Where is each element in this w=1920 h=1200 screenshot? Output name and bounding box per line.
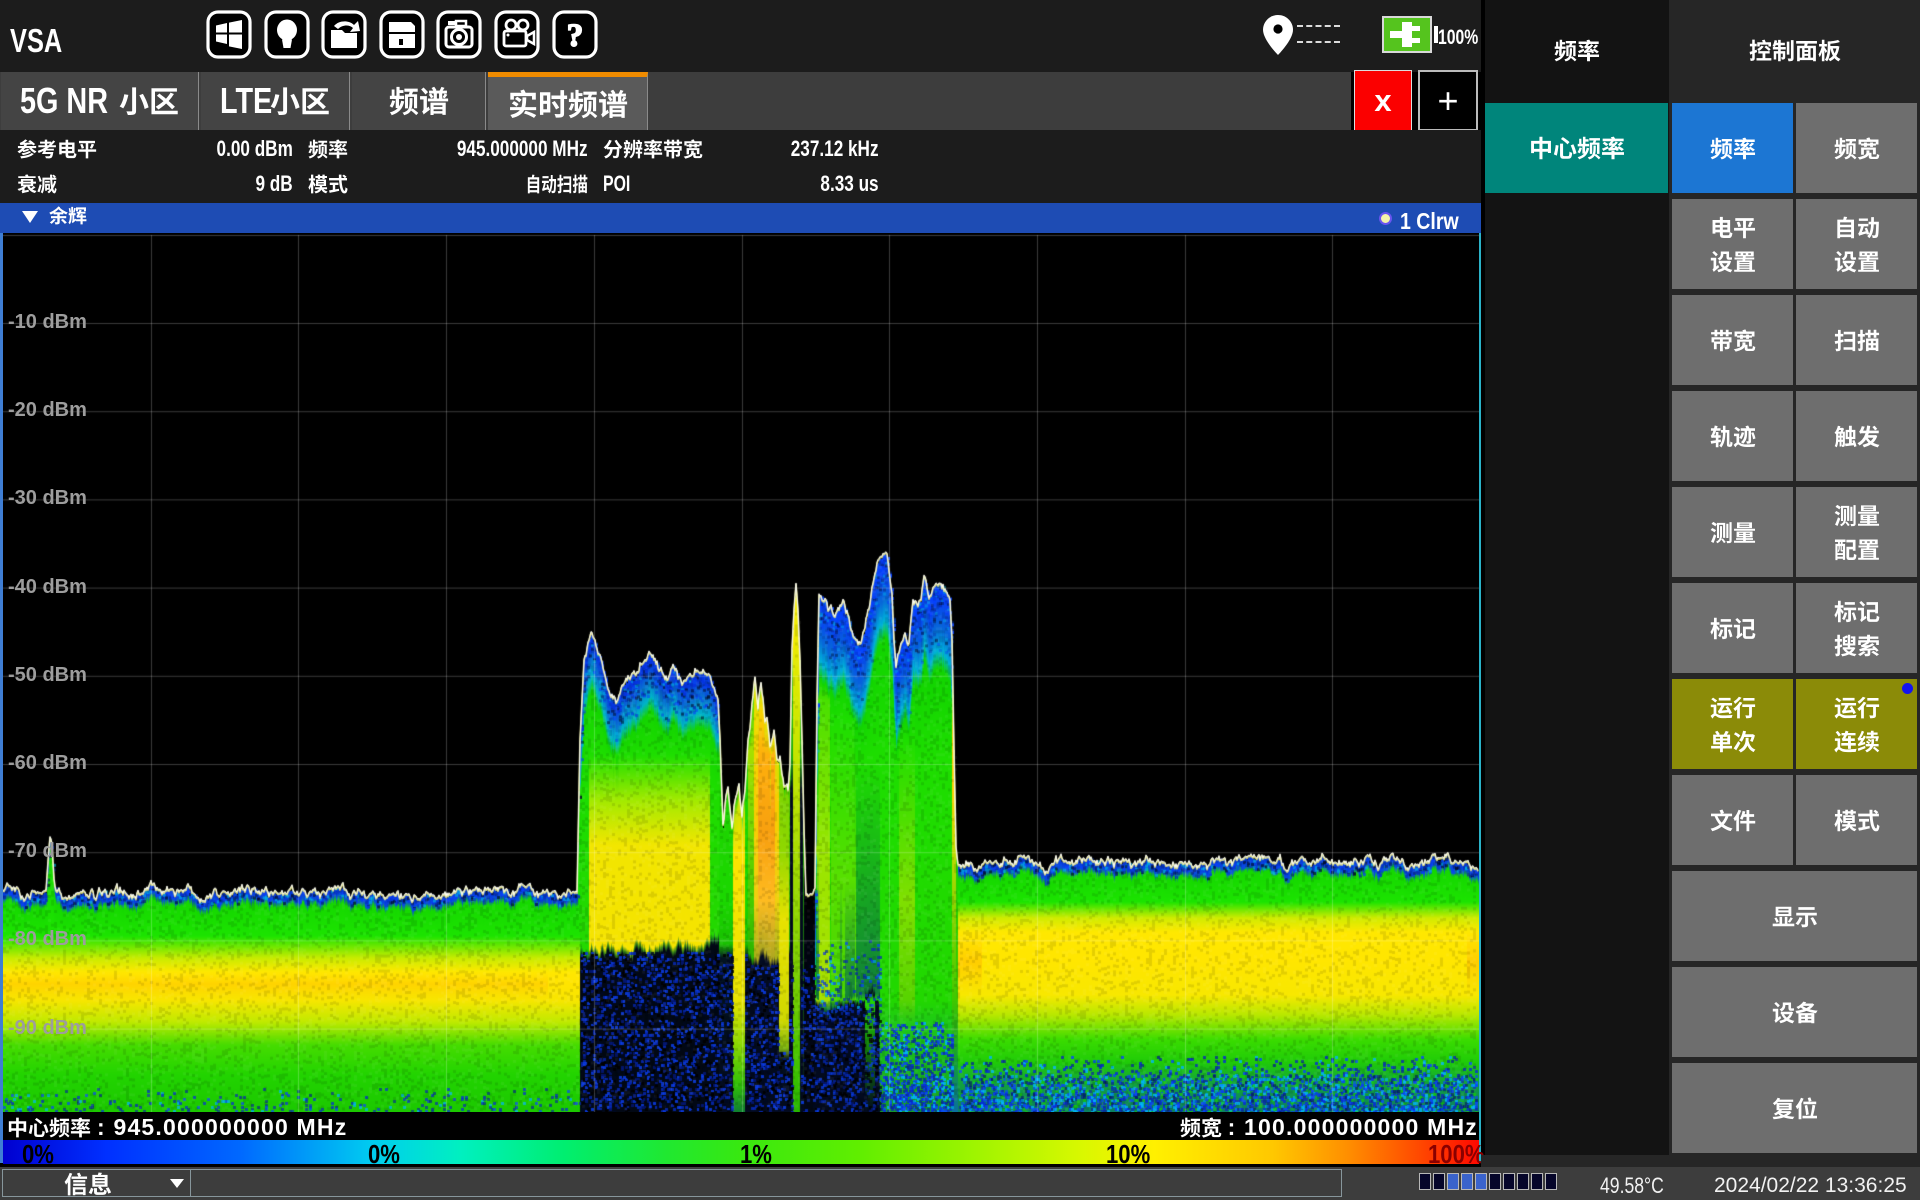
svg-text:?: ?: [566, 18, 583, 54]
